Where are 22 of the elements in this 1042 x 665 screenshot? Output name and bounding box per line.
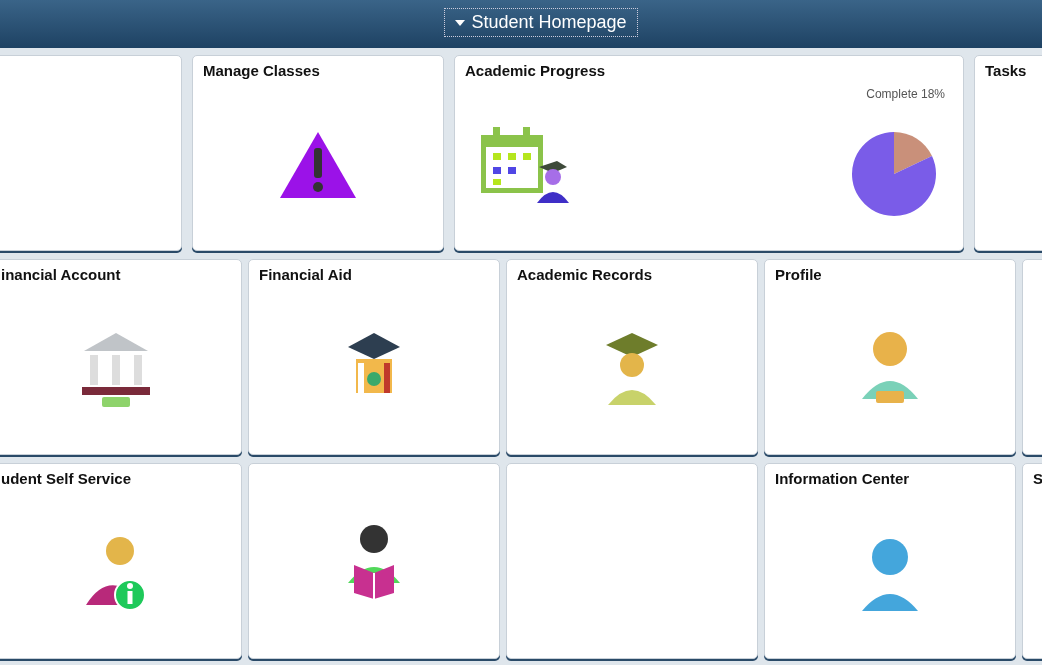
tile-title: Tasks — [984, 61, 1028, 79]
tile-title: inancial Account — [0, 265, 122, 283]
tile[interactable]: Academic Progress Complete 18% — [454, 55, 964, 251]
tile[interactable]: Information Center — [764, 463, 1016, 659]
tile[interactable]: inancial Account — [0, 259, 242, 455]
tile[interactable]: udent Self Service — [0, 463, 242, 659]
tile[interactable]: Profile — [764, 259, 1016, 455]
tile-title: Information Center — [774, 469, 911, 487]
tile-title: S — [1032, 469, 1042, 487]
tile-title: Financial Aid — [258, 265, 353, 283]
tile-title: Profile — [774, 265, 823, 283]
tile-title: Academic Progress — [464, 61, 607, 79]
tile[interactable]: Financial Aid — [248, 259, 500, 455]
tile[interactable]: Tasks — [974, 55, 1042, 251]
tile[interactable]: Academic Records — [506, 259, 758, 455]
tile-title: Academic Records — [516, 265, 654, 283]
tile[interactable]: S — [1022, 463, 1042, 659]
homepage-dropdown[interactable]: Student Homepage — [444, 8, 638, 37]
tile[interactable]: Manage Classes — [192, 55, 444, 251]
tile-title: Manage Classes — [202, 61, 321, 79]
tile-title: udent Self Service — [0, 469, 133, 487]
chart-label: Complete 18% — [866, 87, 945, 101]
